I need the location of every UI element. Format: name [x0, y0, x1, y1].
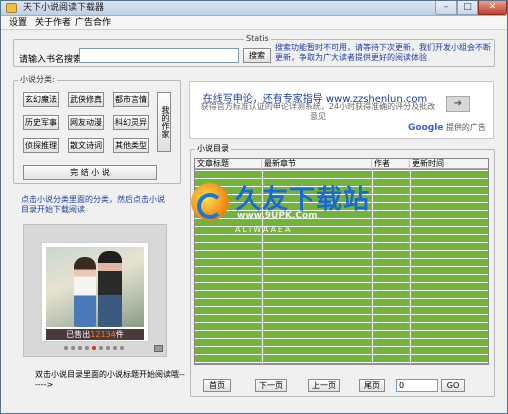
watermark-url: www.9UPK.Com	[237, 211, 318, 221]
carousel-dot[interactable]	[64, 346, 68, 350]
column-title[interactable]: 文章标题	[195, 159, 262, 169]
carousel-dot[interactable]	[106, 346, 110, 350]
ad-arrow-button[interactable]: ➜	[446, 96, 470, 112]
search-label: 请输入书名搜索:	[19, 55, 86, 65]
next-page-button[interactable]: 下一页	[255, 379, 287, 392]
carousel-dot[interactable]	[71, 346, 75, 350]
watermark-tag: ALIWAAEA	[235, 225, 293, 234]
window-title: 天下小说阅读下载器	[23, 3, 105, 13]
menu-ad-cooperation[interactable]: 广告合作	[75, 17, 111, 29]
table-header: 文章标题 最新章节 作者 更新时间	[195, 159, 488, 169]
sold-count-bar: 已售出12134件	[46, 329, 144, 340]
search-input[interactable]	[79, 48, 239, 63]
watermark-swirl	[197, 193, 223, 219]
category-xuanhuan-button[interactable]: 玄幻魔法	[23, 92, 59, 107]
close-button[interactable]: ✕	[478, 1, 507, 15]
column-latest-chapter[interactable]: 最新章节	[262, 159, 372, 169]
minimize-button[interactable]: –	[435, 1, 457, 15]
page-number-input[interactable]: 0	[396, 379, 438, 392]
carousel-dot[interactable]	[120, 346, 124, 350]
category-lishi-button[interactable]: 历史军事	[23, 115, 59, 130]
prev-page-button[interactable]: 上一页	[308, 379, 340, 392]
ad-banner[interactable]: 在线写申论，还有专家指导 www.zzshenlun.com 获得官方标准认证的…	[189, 81, 494, 139]
category-kehuan-button[interactable]: 科幻灵异	[113, 115, 149, 130]
ad-description: 获得官方标准认证的申论详测系统，24小时获得准确的评分及批改意见	[200, 102, 436, 121]
sold-suffix: 件	[115, 330, 124, 339]
expand-icon[interactable]	[154, 345, 163, 352]
last-page-button[interactable]: 尾页	[359, 379, 385, 392]
my-authors-button[interactable]: 我的作家	[157, 92, 171, 152]
sold-prefix: 已售出	[66, 330, 91, 339]
column-divider	[410, 170, 411, 364]
column-update-time[interactable]: 更新时间	[410, 159, 488, 169]
menu-settings[interactable]: 设置	[9, 17, 27, 29]
search-group-title: Statis	[244, 34, 271, 44]
category-wuxia-button[interactable]: 武侠修真	[68, 92, 104, 107]
go-button[interactable]: GO	[441, 379, 465, 392]
category-group-title: 小说分类:	[18, 75, 57, 85]
site-watermark: 久友下载站 www.9UPK.Com ALIWAAEA	[191, 179, 371, 243]
category-wangyou-button[interactable]: 网友动漫	[68, 115, 104, 130]
category-zhentan-button[interactable]: 侦探推理	[23, 138, 59, 153]
maximize-button[interactable]: □	[457, 1, 478, 15]
category-sanwen-button[interactable]: 散文诗词	[68, 138, 104, 153]
app-icon	[6, 3, 17, 13]
carousel-dot-active[interactable]	[92, 346, 96, 350]
column-author[interactable]: 作者	[372, 159, 410, 169]
carousel-dot[interactable]	[78, 346, 82, 350]
finished-novels-button[interactable]: 完 结 小 说	[23, 165, 157, 180]
product-photo-frame[interactable]: 已售出12134件	[41, 242, 149, 342]
usage-hint-top: 点击小说分类里面的分类，然后点击小说目录开始下载阅读	[21, 195, 165, 214]
title-bar: 天下小说阅读下载器 – □ ✕	[1, 1, 507, 16]
sold-count: 12134	[90, 330, 116, 339]
photo-person-left	[74, 257, 96, 327]
app-window: 天下小说阅读下载器 – □ ✕ 设置 关于作者 广告合作 Statis 请输入书…	[0, 0, 508, 414]
product-photo[interactable]	[46, 247, 144, 327]
category-other-button[interactable]: 其他类型	[113, 138, 149, 153]
carousel-dot[interactable]	[85, 346, 89, 350]
search-status-text: 搜索功能暂时不可用，请等待下次更新，我们开发小组会不断更新，争取为广大读者提供更…	[275, 43, 491, 62]
menu-bar: 设置 关于作者 广告合作	[1, 16, 507, 30]
carousel-dot[interactable]	[113, 346, 117, 350]
photo-person-right	[98, 251, 122, 327]
ad-google-credit: Google 提供的广告	[408, 122, 486, 133]
usage-hint-bottom: 双击小说目录里面的小说标题开始阅读哦------>	[35, 370, 185, 389]
search-button[interactable]: 搜索	[243, 48, 271, 63]
column-divider	[372, 170, 373, 364]
novel-list-title: 小说目录	[195, 144, 231, 154]
first-page-button[interactable]: 首页	[203, 379, 231, 392]
google-logo: Google	[408, 123, 444, 133]
category-dushi-button[interactable]: 都市言情	[113, 92, 149, 107]
preview-carousel: 已售出12134件	[23, 224, 167, 357]
menu-about-author[interactable]: 关于作者	[35, 17, 71, 29]
carousel-dot[interactable]	[99, 346, 103, 350]
watermark-logo-icon	[191, 183, 229, 221]
ad-credit-suffix: 提供的广告	[445, 123, 486, 132]
